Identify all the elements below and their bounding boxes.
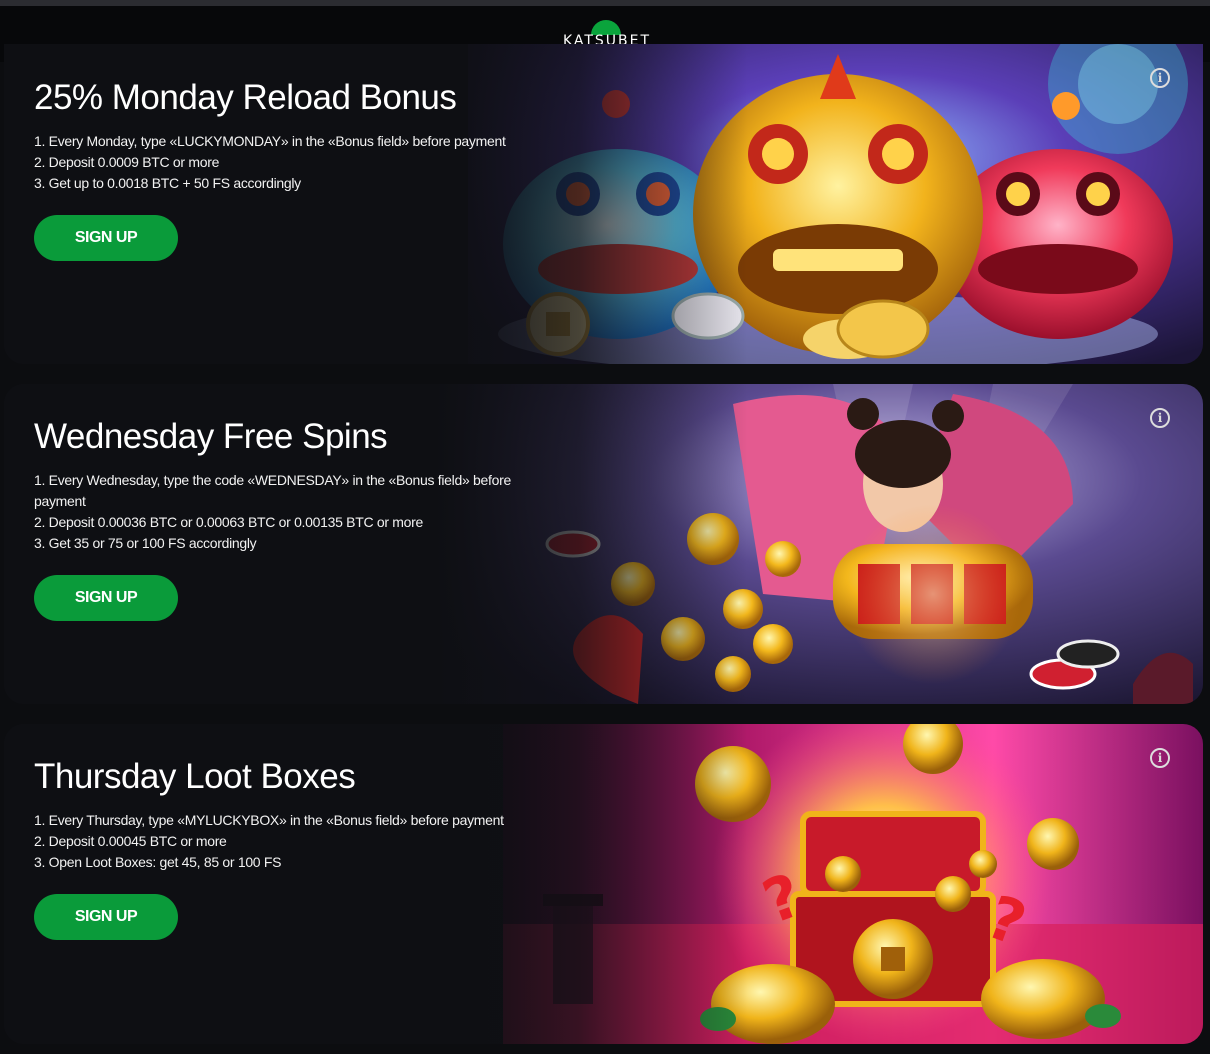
- info-icon[interactable]: i: [1150, 408, 1170, 428]
- sign-up-button[interactable]: SIGN UP: [34, 894, 178, 940]
- promo-step: 3. Get 35 or 75 or 100 FS accordingly: [34, 535, 257, 551]
- promo-card-monday: 25% Monday Reload Bonus 1. Every Monday,…: [4, 44, 1203, 364]
- sign-up-button[interactable]: SIGN UP: [34, 575, 178, 621]
- info-icon[interactable]: i: [1150, 748, 1170, 768]
- promo-step: 1. Every Monday, type «LUCKYMONDAY» in t…: [34, 133, 506, 149]
- promo-title: Wednesday Free Spins: [34, 417, 388, 456]
- promo-step: 2. Deposit 0.00045 BTC or more: [34, 833, 227, 849]
- promo-step: 2. Deposit 0.0009 BTC or more: [34, 154, 220, 170]
- promo-steps: 1. Every Wednesday, type the code «WEDNE…: [34, 470, 534, 554]
- promo-title: 25% Monday Reload Bonus: [34, 78, 457, 117]
- promo-step: 3. Get up to 0.0018 BTC + 50 FS accordin…: [34, 175, 301, 191]
- promo-step: 1. Every Thursday, type «MYLUCKYBOX» in …: [34, 812, 504, 828]
- info-icon[interactable]: i: [1150, 68, 1170, 88]
- promo-steps: 1. Every Thursday, type «MYLUCKYBOX» in …: [34, 810, 534, 873]
- promo-step: 2. Deposit 0.00036 BTC or 0.00063 BTC or…: [34, 514, 423, 530]
- promo-card-wednesday: Wednesday Free Spins 1. Every Wednesday,…: [4, 384, 1203, 704]
- sign-up-button[interactable]: SIGN UP: [34, 215, 178, 261]
- promo-card-thursday: ? ? Thursday Loot Boxes 1. Every Thursda…: [4, 724, 1203, 1044]
- promo-title: Thursday Loot Boxes: [34, 757, 356, 796]
- promo-step: 3. Open Loot Boxes: get 45, 85 or 100 FS: [34, 854, 282, 870]
- promo-step: 1. Every Wednesday, type the code «WEDNE…: [34, 472, 511, 509]
- promo-steps: 1. Every Monday, type «LUCKYMONDAY» in t…: [34, 131, 534, 194]
